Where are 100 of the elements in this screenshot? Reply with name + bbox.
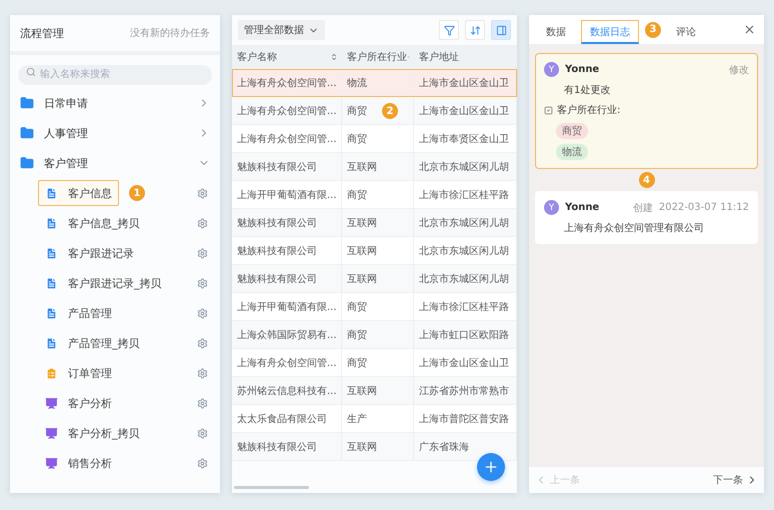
panel-title: 流程管理 — [20, 26, 64, 40]
form-item[interactable]: 客户分析 — [38, 390, 119, 416]
toolbar-button[interactable] — [439, 20, 459, 40]
panel-icon — [496, 24, 506, 36]
settings-icon[interactable] — [197, 278, 208, 288]
table-cell: 上海市虹口区欧阳路 — [414, 321, 517, 348]
table-cell: 商贸 — [342, 321, 414, 348]
presentation-chart-icon — [45, 396, 58, 410]
scope-dropdown[interactable]: 管理全部数据 — [238, 20, 325, 40]
toolbar-button[interactable] — [491, 20, 511, 40]
table-row[interactable]: 上海开甲葡萄酒有限... 商贸 上海市徐汇区桂平路 — [232, 293, 517, 321]
table-row[interactable]: 太太乐食品有限公司 生产 上海市普陀区普安路 — [232, 405, 517, 433]
table-cell: 上海有舟众创空间管... — [232, 125, 342, 152]
table-cell: 北京市东城区闲儿胡 — [414, 265, 517, 292]
table-row[interactable]: 苏州铭云信息科技有... 互联网 江苏省苏州市常熟市 — [232, 377, 517, 405]
search-field[interactable]: 输入名称来搜索 — [18, 64, 212, 84]
table-cell: 商贸 — [342, 349, 414, 376]
form-item[interactable]: 客户信息_拷贝 — [38, 210, 146, 236]
table-cell: 上海有舟众创空间管... — [232, 97, 342, 124]
form-item[interactable]: 产品管理 — [38, 300, 119, 326]
table-cell: 北京市东城区闲儿胡 — [414, 153, 517, 180]
form-item[interactable]: 客户信息 — [38, 180, 119, 206]
table-row[interactable]: 上海有舟众创空间管... 物流 上海市金山区金山卫 — [232, 69, 517, 97]
tab[interactable]: 数据 — [537, 20, 575, 44]
clipboard-icon — [45, 366, 58, 380]
close-icon — [743, 23, 756, 36]
scrollbar[interactable] — [234, 486, 309, 489]
settings-icon[interactable] — [197, 368, 208, 378]
step-badge: 3 — [645, 22, 661, 38]
table-row[interactable]: 魅族科技有限公司 互联网 北京市东城区闲儿胡 — [232, 209, 517, 237]
table-cell: 生产 — [342, 405, 414, 432]
settings-icon[interactable] — [197, 338, 208, 348]
action-text: 创建 — [632, 202, 653, 214]
settings-icon[interactable] — [197, 458, 208, 468]
toolbar-button[interactable] — [465, 20, 485, 40]
form-item[interactable]: 订单管理 — [38, 360, 119, 386]
table-cell: 上海开甲葡萄酒有限... — [232, 293, 342, 320]
step-badge: 1 — [129, 185, 145, 201]
table-cell: 北京市东城区闲儿胡 — [414, 237, 517, 264]
table-row[interactable]: 魅族科技有限公司 互联网 北京市东城区闲儿胡 — [232, 237, 517, 265]
step-badge: 2 — [382, 103, 398, 119]
table-cell: 上海市奉贤区金山卫 — [414, 125, 517, 152]
document-icon — [45, 276, 58, 290]
table-row[interactable]: 上海有舟众创空间管... 商贸 上海市金山区金山卫 — [232, 349, 517, 377]
table-cell: 商贸 — [342, 181, 414, 208]
table-cell: 上海市普陀区普安路 — [414, 405, 517, 432]
next-button[interactable]: 下一条 — [713, 473, 758, 487]
table-row[interactable]: 魅族科技有限公司 互联网 北京市东城区闲儿胡 — [232, 153, 517, 181]
column-header[interactable]: 客户所在行业 — [342, 45, 414, 69]
settings-icon[interactable] — [197, 218, 208, 228]
document-icon — [45, 306, 58, 320]
form-item[interactable]: 客户分析_拷贝 — [38, 420, 146, 446]
settings-icon[interactable] — [197, 248, 208, 258]
table-cell: 互联网 — [342, 265, 414, 292]
value-tag: 物流 — [556, 144, 588, 160]
table-cell: 江苏省苏州市常熟市 — [414, 377, 517, 404]
table-cell: 上海有舟众创空间管... — [232, 349, 342, 376]
column-header[interactable]: 客户名称 — [232, 45, 342, 69]
table-row[interactable]: 上海有舟众创空间管... 商贸 上海市奉贤区金山卫 — [232, 125, 517, 153]
table-cell: 互联网 — [342, 153, 414, 180]
table-row[interactable]: 上海众韩国际贸易有... 商贸 上海市虹口区欧阳路 — [232, 321, 517, 349]
tab[interactable]: 评论 — [667, 20, 705, 44]
table-cell: 上海市徐汇区桂平路 — [414, 293, 517, 320]
add-button[interactable] — [477, 453, 505, 481]
table-cell: 上海开甲葡萄酒有限... — [232, 181, 342, 208]
folder-item[interactable]: 客户管理 — [10, 148, 220, 178]
folder-item[interactable]: 日常申请 — [10, 88, 220, 118]
folder-icon — [20, 126, 34, 140]
table-cell: 互联网 — [342, 377, 414, 404]
table-cell: 上海市金山区金山卫 — [414, 69, 517, 96]
table-row[interactable]: 魅族科技有限公司 互联网 广东省珠海 — [232, 433, 517, 461]
table-cell: 商贸 — [342, 125, 414, 152]
form-item[interactable]: 产品管理_拷贝 — [38, 330, 146, 356]
form-item[interactable]: 客户跟进记录_拷贝 — [38, 270, 168, 296]
close-button[interactable] — [743, 23, 756, 36]
settings-icon[interactable] — [197, 308, 208, 318]
table-cell: 魅族科技有限公司 — [232, 153, 342, 180]
field-name: 客户所在行业: — [557, 104, 620, 117]
status-text: 没有新的待办任务 — [130, 26, 210, 40]
settings-icon[interactable] — [197, 428, 208, 438]
search-icon — [26, 67, 36, 77]
folder-icon — [20, 156, 34, 170]
settings-icon[interactable] — [197, 398, 208, 408]
column-header[interactable]: 客户地址 — [414, 45, 517, 69]
log-content: 上海有舟众创空间管理有限公司 — [563, 222, 705, 235]
table-cell: 太太乐食品有限公司 — [232, 405, 342, 432]
avatar: Y — [544, 62, 559, 77]
settings-icon[interactable] — [197, 188, 208, 198]
table-row[interactable]: 魅族科技有限公司 互联网 北京市东城区闲儿胡 — [232, 265, 517, 293]
folder-item[interactable]: 人事管理 — [10, 118, 220, 148]
table-row[interactable]: 上海有舟众创空间管... 商贸 2 上海市金山区金山卫 — [232, 97, 517, 125]
table-cell: 苏州铭云信息科技有... — [232, 377, 342, 404]
table-row[interactable]: 上海开甲葡萄酒有限... 商贸 上海市徐汇区桂平路 — [232, 181, 517, 209]
form-item[interactable]: 销售分析 — [38, 450, 119, 476]
change-summary: 有1处更改 — [563, 84, 612, 97]
table-cell: 上海有舟众创空间管... — [232, 69, 342, 96]
table-cell: 魅族科技有限公司 — [232, 237, 342, 264]
form-item[interactable]: 客户跟进记录 — [38, 240, 141, 266]
avatar: Y — [544, 200, 559, 215]
table-cell: 上海市金山区金山卫 — [414, 97, 517, 124]
